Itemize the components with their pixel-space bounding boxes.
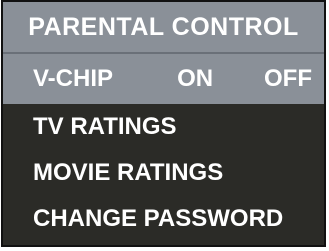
title-bar: PARENTAL CONTROL	[3, 2, 324, 54]
menu-item-label: TV RATINGS	[33, 113, 177, 140]
menu-item-movie-ratings[interactable]: MOVIE RATINGS	[3, 150, 324, 196]
menu-item-label: MOVIE RATINGS	[33, 159, 224, 186]
menu-item-label: CHANGE PASSWORD	[33, 205, 284, 232]
vchip-on-option[interactable]: ON	[177, 65, 254, 93]
menu-item-change-password[interactable]: CHANGE PASSWORD	[3, 196, 324, 242]
vchip-row[interactable]: V-CHIP ON OFF	[3, 54, 324, 104]
menu-title: PARENTAL CONTROL	[28, 12, 299, 41]
parental-control-menu: PARENTAL CONTROL V-CHIP ON OFF TV RATING…	[1, 0, 326, 247]
vchip-off-option[interactable]: OFF	[264, 65, 312, 93]
vchip-label: V-CHIP	[33, 65, 114, 92]
menu-item-tv-ratings[interactable]: TV RATINGS	[3, 104, 324, 150]
